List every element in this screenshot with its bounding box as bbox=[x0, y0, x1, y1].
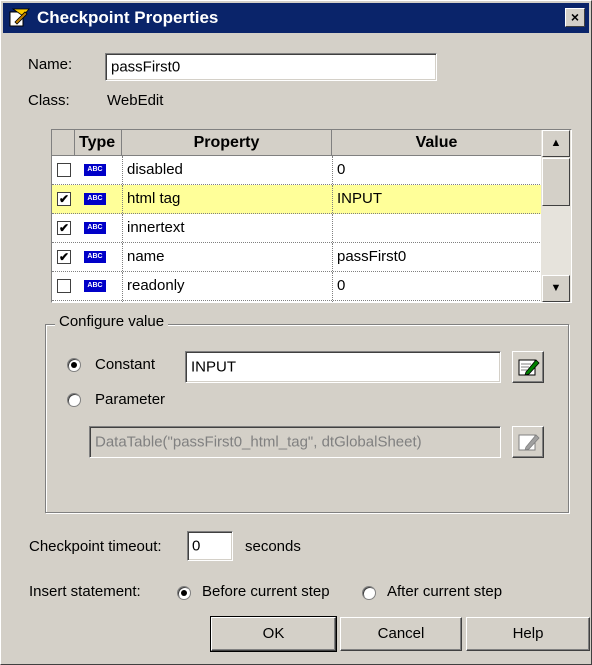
parameter-value-text: DataTable("passFirst0_html_tag", dtGloba… bbox=[95, 433, 422, 451]
grid-header: Type Property Value bbox=[52, 130, 542, 156]
help-button[interactable]: Help bbox=[466, 617, 590, 651]
row-checkbox[interactable]: ✔ bbox=[57, 250, 71, 264]
column-divider bbox=[332, 156, 333, 184]
scroll-up-icon[interactable]: ▲ bbox=[542, 130, 570, 157]
constant-label: Constant bbox=[95, 356, 156, 373]
string-type-icon: ABC bbox=[84, 164, 106, 176]
row-property: disabled bbox=[127, 161, 183, 178]
name-label: Name: bbox=[28, 56, 73, 73]
grid-header-property[interactable]: Property bbox=[122, 130, 332, 156]
timeout-field[interactable]: 0 bbox=[187, 531, 233, 561]
checkpoint-app-icon bbox=[9, 8, 31, 28]
table-row[interactable]: ABC disabled 0 bbox=[52, 156, 542, 185]
column-divider bbox=[332, 243, 333, 271]
edit-pencil-icon bbox=[518, 359, 540, 376]
row-checkbox[interactable]: ✔ bbox=[57, 221, 71, 235]
string-type-icon: ABC bbox=[84, 193, 106, 205]
row-property: readonly bbox=[127, 277, 185, 294]
window-title: Checkpoint Properties bbox=[37, 8, 219, 27]
constant-value-field[interactable]: INPUT bbox=[185, 351, 501, 383]
class-value: WebEdit bbox=[107, 92, 164, 109]
column-divider bbox=[122, 243, 123, 271]
checkpoint-properties-dialog: Checkpoint Properties × Name: passFirst0… bbox=[0, 0, 592, 665]
name-field-value: passFirst0 bbox=[111, 58, 181, 76]
ok-button[interactable]: OK bbox=[210, 616, 337, 652]
row-value: passFirst0 bbox=[337, 248, 407, 265]
row-checkbox[interactable]: ✔ bbox=[57, 192, 71, 206]
column-divider bbox=[122, 272, 123, 300]
row-value: text bbox=[337, 301, 537, 302]
column-divider bbox=[332, 272, 333, 300]
grid-header-type[interactable]: Type bbox=[75, 130, 122, 156]
after-step-label: After current step bbox=[387, 583, 503, 600]
close-button[interactable]: × bbox=[565, 8, 585, 27]
edit-constant-button[interactable] bbox=[512, 351, 544, 383]
table-row[interactable]: ✔ABCtypetext bbox=[52, 301, 542, 302]
parameter-label: Parameter bbox=[95, 391, 166, 408]
column-divider bbox=[122, 301, 123, 302]
column-divider bbox=[332, 301, 333, 302]
column-divider bbox=[332, 185, 333, 213]
grid-vertical-scrollbar[interactable]: ▲ ▼ bbox=[541, 130, 571, 302]
table-row[interactable]: ABC readonly 0 bbox=[52, 272, 542, 301]
string-type-icon: ABC bbox=[84, 280, 106, 292]
row-value: INPUT bbox=[337, 190, 382, 207]
parameter-value-field: DataTable("passFirst0_html_tag", dtGloba… bbox=[89, 426, 501, 458]
table-row[interactable]: ✔ ABC html tag INPUT bbox=[52, 185, 542, 214]
row-property: name bbox=[127, 248, 165, 265]
timeout-label: Checkpoint timeout: bbox=[29, 538, 162, 555]
timeout-value: 0 bbox=[192, 537, 201, 555]
row-value bbox=[337, 214, 537, 242]
name-field[interactable]: passFirst0 bbox=[105, 53, 437, 81]
before-step-label: Before current step bbox=[202, 583, 330, 600]
title-bar[interactable]: Checkpoint Properties × bbox=[3, 3, 589, 33]
row-property: html tag bbox=[127, 190, 181, 207]
string-type-icon: ABC bbox=[84, 222, 106, 234]
grid-header-check bbox=[52, 130, 75, 156]
configure-value-title: Configure value bbox=[55, 313, 169, 330]
grid-header-value[interactable]: Value bbox=[332, 130, 542, 156]
column-divider bbox=[122, 214, 123, 242]
row-property: type bbox=[127, 301, 327, 302]
parameter-radio[interactable] bbox=[67, 393, 81, 407]
timeout-unit: seconds bbox=[245, 538, 301, 555]
row-value: 0 bbox=[337, 277, 346, 294]
insert-statement-label: Insert statement: bbox=[29, 583, 141, 600]
scroll-down-icon[interactable]: ▼ bbox=[542, 275, 570, 302]
before-step-radio[interactable] bbox=[177, 586, 191, 600]
row-checkbox[interactable] bbox=[57, 279, 71, 293]
edit-pencil-disabled-icon bbox=[518, 434, 540, 451]
column-divider bbox=[332, 214, 333, 242]
scroll-thumb[interactable] bbox=[542, 158, 570, 206]
edit-parameter-button bbox=[512, 426, 544, 458]
class-label: Class: bbox=[28, 92, 70, 109]
row-property: innertext bbox=[127, 219, 185, 236]
string-type-icon: ABC bbox=[84, 251, 106, 263]
table-row[interactable]: ✔ ABC innertext bbox=[52, 214, 542, 243]
properties-grid[interactable]: Type Property Value ABC disabled 0 ✔ ABC html… bbox=[51, 129, 572, 303]
constant-value-text: INPUT bbox=[191, 358, 236, 376]
table-row[interactable]: ✔ ABC name passFirst0 bbox=[52, 243, 542, 272]
column-divider bbox=[122, 185, 123, 213]
after-step-radio[interactable] bbox=[362, 586, 376, 600]
row-value: 0 bbox=[337, 161, 346, 178]
cancel-button[interactable]: Cancel bbox=[340, 617, 462, 651]
column-divider bbox=[122, 156, 123, 184]
row-checkbox[interactable] bbox=[57, 163, 71, 177]
constant-radio[interactable] bbox=[67, 358, 81, 372]
